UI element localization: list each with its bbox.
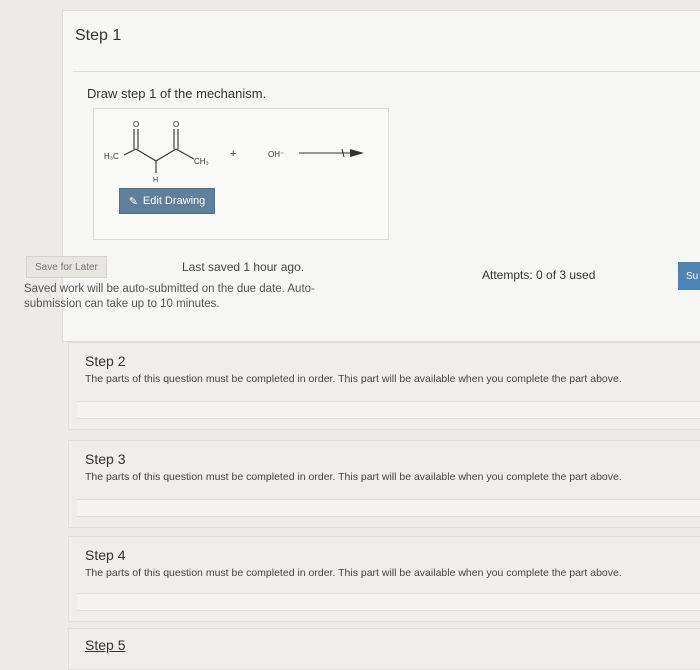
plus-sign: + bbox=[230, 148, 236, 160]
mechanism-structure: H₃C O O CH₃ H + OH⁻ bbox=[104, 120, 364, 184]
step2-message: The parts of this question must be compl… bbox=[85, 373, 622, 385]
step5-panel: Step 5 bbox=[68, 628, 700, 670]
submit-button[interactable]: Su bbox=[678, 262, 700, 290]
step4-placeholder-bar bbox=[77, 593, 700, 611]
step3-panel: Step 3 The parts of this question must b… bbox=[68, 440, 700, 528]
step3-message: The parts of this question must be compl… bbox=[85, 471, 622, 483]
h3c-label: H₃C bbox=[104, 152, 119, 161]
step3-placeholder-bar bbox=[77, 499, 700, 517]
edit-drawing-button[interactable]: ✎ Edit Drawing bbox=[119, 188, 215, 214]
mechanism-drawing[interactable]: H₃C O O CH₃ H + OH⁻ bbox=[93, 108, 389, 240]
hydroxide-label: OH⁻ bbox=[268, 150, 284, 159]
step5-title: Step 5 bbox=[85, 637, 126, 653]
pencil-icon: ✎ bbox=[128, 195, 138, 208]
step1-title: Step 1 bbox=[75, 27, 122, 44]
question-prompt: Draw step 1 of the mechanism. bbox=[87, 86, 267, 101]
edit-drawing-label: Edit Drawing bbox=[142, 195, 206, 207]
step4-title: Step 4 bbox=[85, 547, 126, 563]
autosave-note: Saved work will be auto-submitted on the… bbox=[24, 283, 315, 310]
ch3-label: CH₃ bbox=[194, 157, 209, 166]
step2-title: Step 2 bbox=[85, 353, 126, 369]
step2-panel: Step 2 The parts of this question must b… bbox=[68, 342, 700, 430]
save-for-later-button[interactable]: Save for Later bbox=[26, 256, 107, 278]
oxygen-label-1: O bbox=[133, 120, 139, 129]
last-saved-text: Last saved 1 hour ago. bbox=[182, 260, 305, 274]
step4-panel: Step 4 The parts of this question must b… bbox=[68, 536, 700, 622]
step4-message: The parts of this question must be compl… bbox=[85, 567, 622, 579]
step2-placeholder-bar bbox=[77, 401, 700, 419]
reaction-arrow-head bbox=[350, 149, 364, 157]
attempts-counter: Attempts: 0 of 3 used bbox=[482, 268, 596, 282]
oxygen-label-2: O bbox=[173, 120, 179, 129]
step3-title: Step 3 bbox=[85, 451, 126, 467]
hydrogen-label: H bbox=[153, 177, 158, 184]
